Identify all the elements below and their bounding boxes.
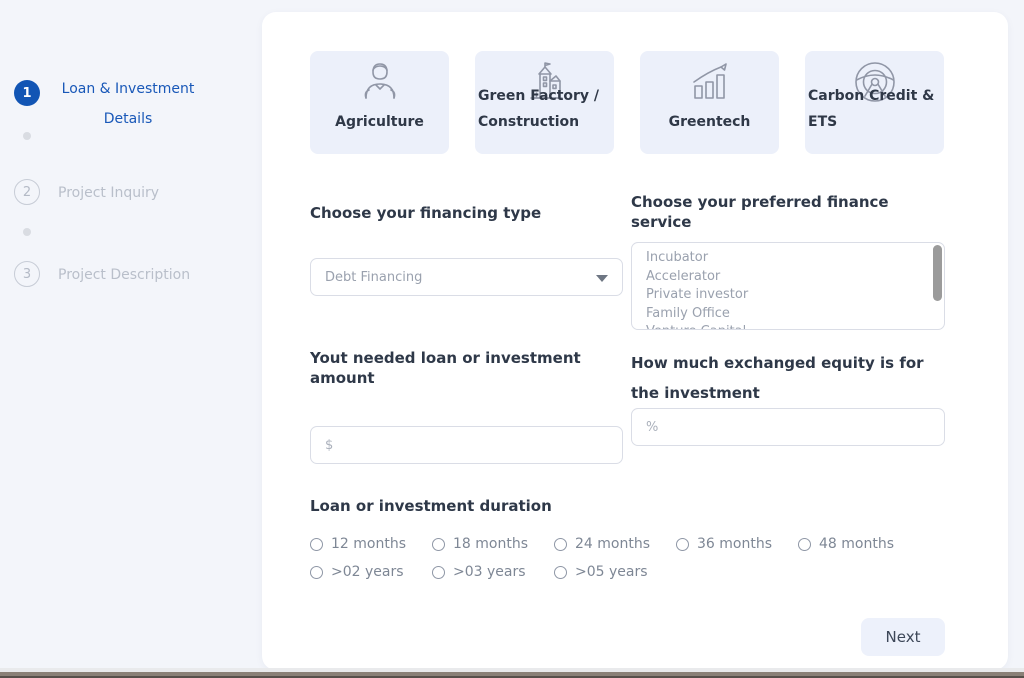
growth-chart-icon — [640, 58, 779, 106]
step-label: Project Description — [58, 260, 190, 290]
radio-circle-icon — [432, 538, 445, 551]
equity-label: How much exchanged equity is for the inv… — [631, 348, 945, 408]
list-option-private-investor[interactable]: Private investor — [632, 286, 944, 305]
stepper-dot — [23, 132, 31, 140]
radio-circle-icon — [310, 538, 323, 551]
duration-options: 12 months 18 months 24 months 36 mo — [310, 535, 945, 581]
list-option-family-office[interactable]: Family Office — [632, 305, 944, 324]
finance-service-field: Choose your preferred finance service In… — [631, 192, 945, 330]
category-cards: Agriculture — [310, 51, 945, 154]
loan-amount-field: Yout needed loan or investment amount — [310, 348, 623, 464]
category-card-label: Carbon Credit & ETS — [808, 83, 941, 135]
financing-type-select[interactable]: Debt Financing — [310, 258, 623, 296]
radio-circle-icon — [310, 566, 323, 579]
category-card-label: Green Factory / Construction — [478, 83, 611, 135]
financing-type-field: Choose your financing type Debt Financin… — [310, 192, 623, 330]
category-card-carbon-credit[interactable]: Carbon Credit & ETS — [805, 51, 944, 154]
stepper-step-project-description[interactable]: 3 Project Description — [14, 261, 250, 290]
radio-circle-icon — [676, 538, 689, 551]
loan-amount-label: Yout needed loan or investment amount — [310, 348, 623, 388]
radio-over-05-years[interactable]: >05 years — [554, 563, 676, 581]
stepper-step-loan-details[interactable]: 1 Loan & Investment Details — [14, 74, 250, 134]
wizard-stepper: 1 Loan & Investment Details 2 Project In… — [14, 74, 250, 290]
radio-18-months[interactable]: 18 months — [432, 535, 554, 553]
duration-section: Loan or investment duration 12 months 18… — [310, 496, 945, 581]
list-option-accelerator[interactable]: Accelerator — [632, 268, 944, 287]
radio-over-03-years[interactable]: >03 years — [432, 563, 554, 581]
next-button[interactable]: Next — [861, 618, 945, 656]
financing-type-value: Debt Financing — [325, 270, 422, 285]
category-card-agriculture[interactable]: Agriculture — [310, 51, 449, 154]
category-card-label: Agriculture — [335, 109, 424, 135]
form-actions: Next — [310, 618, 945, 656]
chevron-down-icon — [596, 275, 608, 282]
step-number-badge: 1 — [14, 80, 40, 106]
radio-circle-icon — [432, 566, 445, 579]
loan-amount-input[interactable] — [310, 426, 623, 464]
finance-service-label: Choose your preferred finance service — [631, 192, 945, 232]
list-option-incubator[interactable]: Incubator — [632, 249, 944, 268]
finance-service-listbox[interactable]: Incubator Accelerator Private investor F… — [631, 242, 945, 330]
radio-36-months[interactable]: 36 months — [676, 535, 798, 553]
radio-circle-icon — [554, 538, 567, 551]
form-grid: Choose your financing type Debt Financin… — [310, 192, 945, 464]
radio-12-months[interactable]: 12 months — [310, 535, 432, 553]
listbox-scrollbar-thumb[interactable] — [933, 245, 942, 301]
stepper-step-project-inquiry[interactable]: 2 Project Inquiry — [14, 179, 250, 208]
duration-label: Loan or investment duration — [310, 496, 945, 516]
radio-circle-icon — [554, 566, 567, 579]
financing-type-label: Choose your financing type — [310, 203, 623, 223]
list-option-venture-capital[interactable]: Venture Capital — [632, 323, 944, 330]
farmer-icon — [310, 58, 449, 106]
category-card-label: Greentech — [669, 109, 751, 135]
equity-field: How much exchanged equity is for the inv… — [631, 348, 945, 464]
step-label: Loan & Investment Details — [58, 74, 198, 134]
radio-over-02-years[interactable]: >02 years — [310, 563, 432, 581]
radio-24-months[interactable]: 24 months — [554, 535, 676, 553]
radio-48-months[interactable]: 48 months — [798, 535, 920, 553]
step-number-badge: 3 — [14, 261, 40, 287]
stepper-dot — [23, 228, 31, 236]
step-number-badge: 2 — [14, 179, 40, 205]
step-label: Project Inquiry — [58, 178, 159, 208]
category-card-greentech[interactable]: Greentech — [640, 51, 779, 154]
form-panel: Agriculture — [262, 12, 1008, 670]
radio-circle-icon — [798, 538, 811, 551]
category-card-green-factory[interactable]: Green Factory / Construction — [475, 51, 614, 154]
equity-input[interactable] — [631, 408, 945, 446]
